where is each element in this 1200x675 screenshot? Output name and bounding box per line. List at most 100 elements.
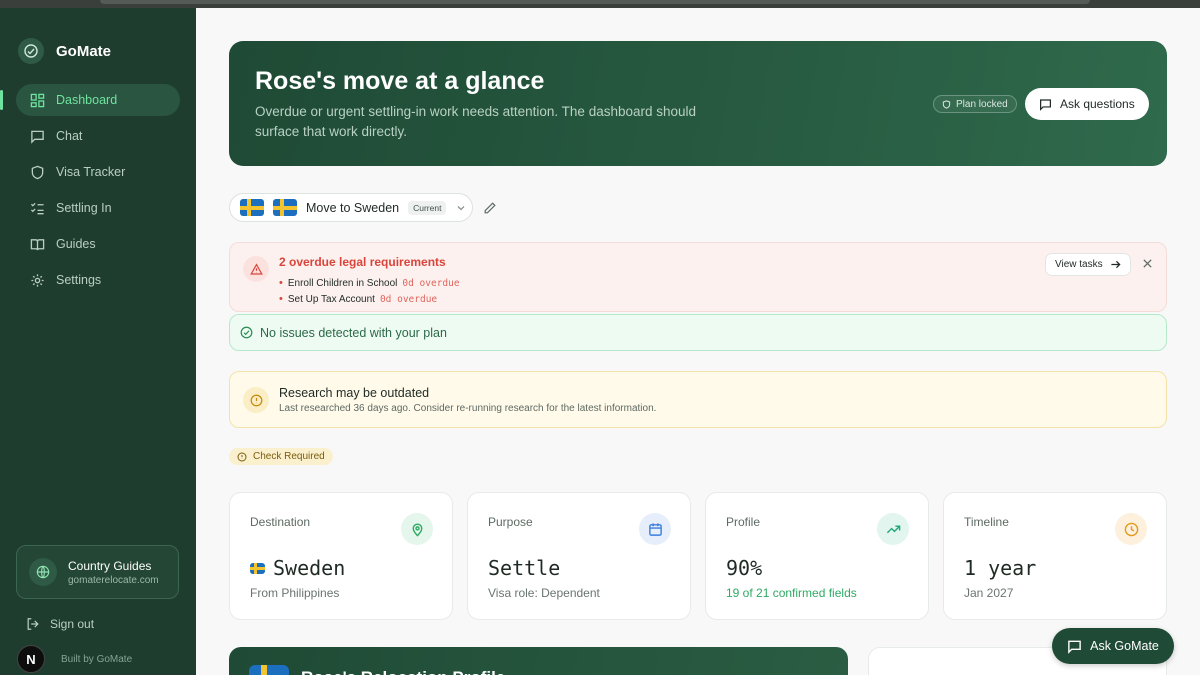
arrow-right-icon <box>1111 260 1121 269</box>
no-issues-text: No issues detected with your plan <box>260 325 447 340</box>
sidebar-item-settings[interactable]: Settings <box>16 264 180 296</box>
stat-card-purpose[interactable]: Purpose Settle Visa role: Dependent <box>467 492 691 620</box>
overdue-item-name: Enroll Children in School <box>287 277 398 289</box>
checklist-icon <box>30 202 44 214</box>
stat-value-text: 90% <box>726 556 763 580</box>
overdue-alert: 2 overdue legal requirements Enroll Chil… <box>229 242 1167 312</box>
book-icon <box>30 238 45 250</box>
relocation-profile-title: Rose's Relocation Profile <box>301 667 505 675</box>
chevron-down-icon <box>457 205 465 210</box>
dashboard-icon <box>30 93 45 107</box>
sidebar-item-guides[interactable]: Guides <box>16 228 180 260</box>
research-alert-title: Research may be outdated <box>279 386 430 400</box>
stat-label: Profile <box>726 515 761 529</box>
country-guides-title: Country Guides <box>68 558 152 573</box>
check-required-badge[interactable]: Check Required <box>229 448 333 465</box>
sidebar-item-label: Chat <box>56 129 83 143</box>
sidebar-item-visa-tracker[interactable]: Visa Tracker <box>16 156 180 188</box>
stat-label: Destination <box>250 515 311 529</box>
ask-gomate-label: Ask GoMate <box>1090 639 1159 653</box>
list-item[interactable]: Set Up Tax Account 0d overdue <box>279 291 460 307</box>
stat-value: 1 year <box>964 556 1036 580</box>
destination-select-label: Move to Sweden <box>306 200 400 215</box>
plan-locked-label: Plan locked <box>956 98 1008 110</box>
sidebar-item-chat[interactable]: Chat <box>16 120 180 152</box>
stat-value-text: 1 year <box>964 556 1037 580</box>
alert-circle-icon <box>243 387 269 413</box>
country-guides-card[interactable]: Country Guides gomaterelocate.com <box>16 545 179 599</box>
sidebar-nav: Dashboard Chat Visa Tracker Settling In … <box>0 84 180 300</box>
stat-value-text: Settle <box>488 556 561 580</box>
shield-icon <box>31 165 44 179</box>
stat-label: Timeline <box>964 515 1009 529</box>
destination-select[interactable]: Move to Sweden Current <box>229 193 473 222</box>
list-item[interactable]: Enroll Children in School 0d overdue <box>279 275 460 291</box>
sidebar-item-label: Settling In <box>56 201 112 215</box>
sidebar-item-label: Settings <box>56 273 102 287</box>
current-badge: Current <box>408 200 447 215</box>
trending-up-icon <box>877 513 909 545</box>
stat-sub: Jan 2027 <box>964 586 1014 600</box>
overdue-item-status: 0d overdue <box>379 293 438 305</box>
stat-sub: Visa role: Dependent <box>488 586 600 600</box>
stat-value: Settle <box>488 556 560 580</box>
sidebar: GoMate Dashboard Chat Visa Tracker Settl… <box>0 8 196 675</box>
research-alert-subtitle: Last researched 36 days ago. Consider re… <box>279 403 657 414</box>
calendar-icon <box>639 513 671 545</box>
sidebar-item-label: Visa Tracker <box>56 165 126 179</box>
ask-questions-button[interactable]: Ask questions <box>1025 88 1149 120</box>
check-required-label: Check Required <box>253 451 325 462</box>
stat-label: Purpose <box>488 515 533 529</box>
stat-value: Sweden <box>250 556 345 580</box>
view-tasks-button[interactable]: View tasks <box>1045 253 1131 276</box>
stat-card-destination[interactable]: Destination Sweden From Philippines <box>229 492 453 620</box>
brand[interactable]: GoMate <box>18 38 111 64</box>
hero-subtitle: Overdue or urgent settling-in work needs… <box>255 104 697 139</box>
plan-locked-badge: Plan locked <box>933 95 1017 113</box>
ask-gomate-button[interactable]: Ask GoMate <box>1052 628 1174 664</box>
sidebar-item-settling-in[interactable]: Settling In <box>16 192 180 224</box>
stat-card-timeline[interactable]: Timeline 1 year Jan 2027 <box>943 492 1167 620</box>
brand-name: GoMate <box>56 42 112 60</box>
sign-out-label: Sign out <box>50 617 95 631</box>
warning-icon <box>243 256 269 282</box>
relocation-profile-banner: Rose's Relocation Profile <box>229 647 848 675</box>
page-title: Rose's move at a glance <box>255 67 545 95</box>
ask-questions-label: Ask questions <box>1060 97 1135 111</box>
map-pin-icon <box>401 513 433 545</box>
chat-icon <box>1040 98 1051 111</box>
globe-icon <box>29 558 57 586</box>
stat-sub: From Philippines <box>250 586 340 600</box>
chat-icon <box>1068 640 1081 654</box>
built-by: N Built by GoMate <box>17 645 132 673</box>
overdue-item-name: Set Up Tax Account <box>287 293 375 305</box>
chat-icon <box>31 130 44 144</box>
check-circle-icon <box>240 326 253 339</box>
n-badge[interactable]: N <box>17 645 45 673</box>
sign-out-icon <box>27 618 39 630</box>
overdue-list: Enroll Children in School 0d overdue Set… <box>279 275 460 307</box>
sign-out-button[interactable]: Sign out <box>26 617 94 631</box>
clock-icon <box>1115 513 1147 545</box>
built-by-label: Built by GoMate <box>61 653 133 665</box>
country-guides-url: gomaterelocate.com <box>68 574 159 586</box>
stat-sub: 19 of 21 confirmed fields <box>726 586 857 600</box>
gear-icon <box>31 273 44 287</box>
research-alert: Research may be outdated Last researched… <box>229 371 1167 428</box>
hero-banner: Rose's move at a glance Overdue or urgen… <box>229 41 1167 166</box>
pencil-icon[interactable] <box>483 201 497 215</box>
close-icon[interactable] <box>1142 258 1153 269</box>
no-issues-alert: No issues detected with your plan <box>229 314 1167 351</box>
overdue-item-status: 0d overdue <box>402 277 460 289</box>
sweden-flag-icon <box>273 199 297 216</box>
alert-circle-icon <box>237 451 247 462</box>
gomate-logo-icon <box>18 38 44 64</box>
sweden-flag-icon <box>240 199 264 216</box>
sidebar-item-label: Guides <box>56 237 96 251</box>
overdue-alert-title: 2 overdue legal requirements <box>279 255 446 269</box>
stat-value: 90% <box>726 556 762 580</box>
stat-card-profile[interactable]: Profile 90% 19 of 21 confirmed fields <box>705 492 929 620</box>
view-tasks-label: View tasks <box>1055 259 1103 270</box>
sidebar-item-dashboard[interactable]: Dashboard <box>0 84 180 116</box>
browser-top-bar <box>0 0 1200 8</box>
